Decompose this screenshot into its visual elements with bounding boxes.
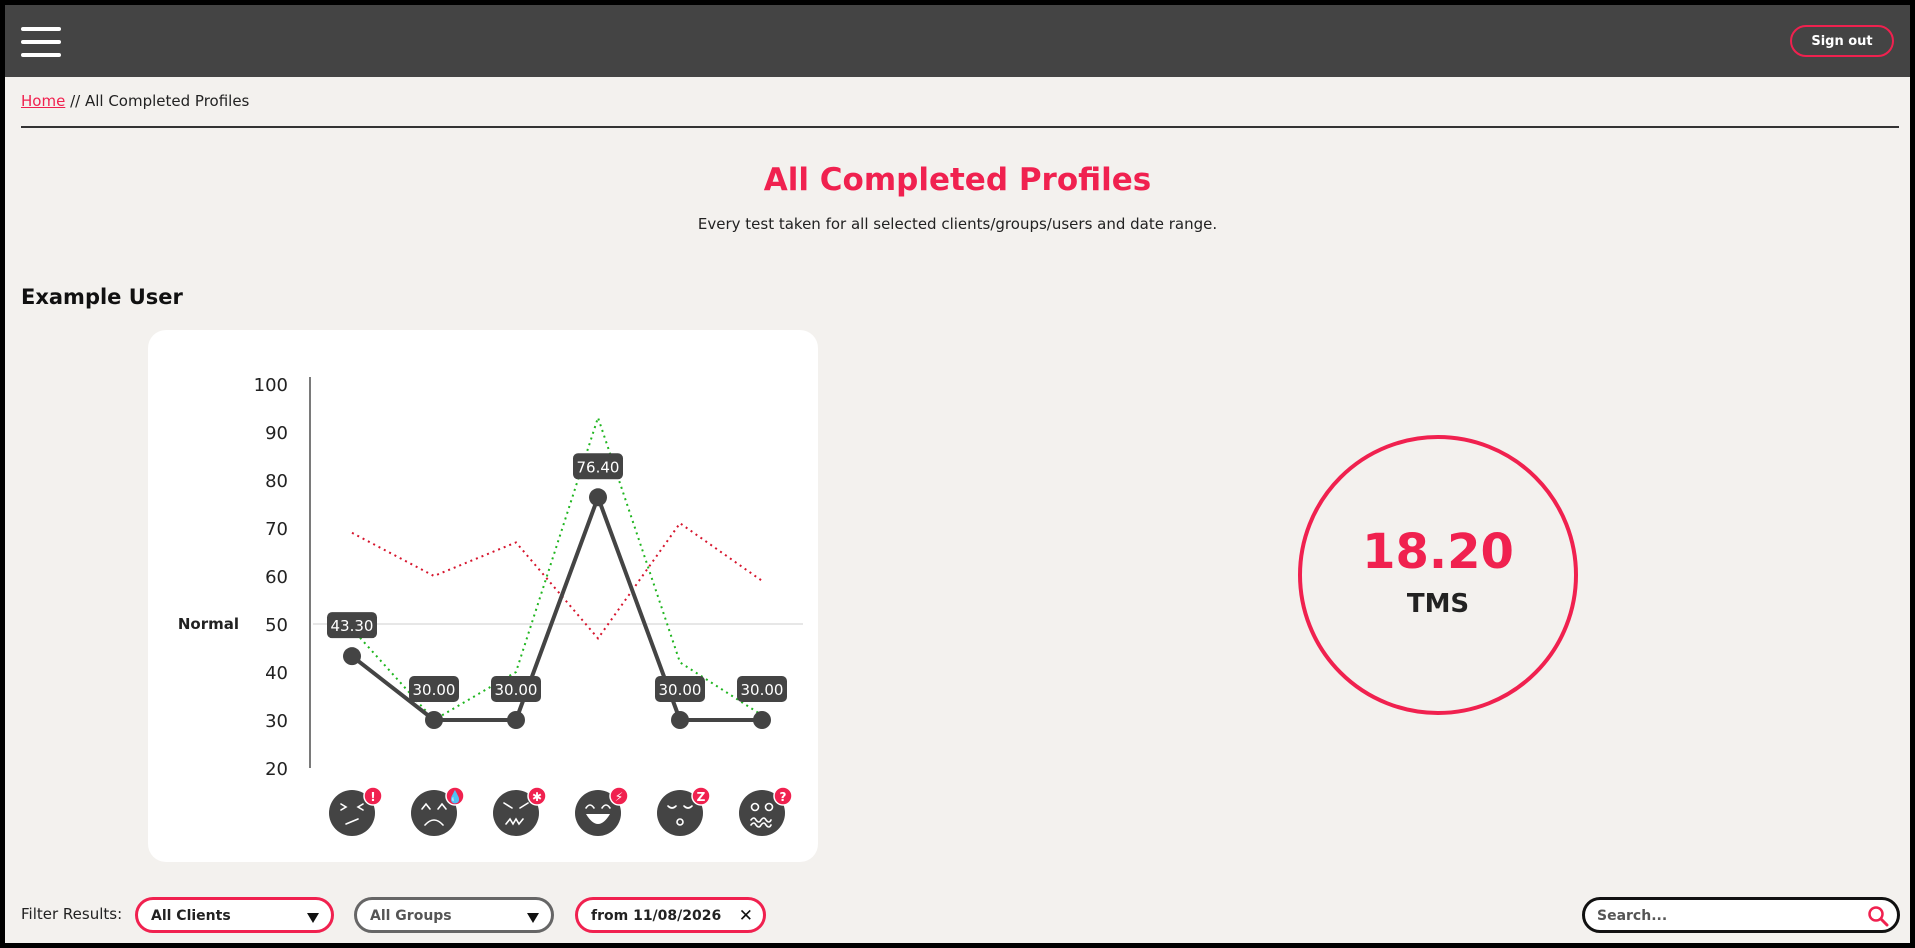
alert-badge-glyph: 💧 bbox=[448, 790, 463, 804]
caret-down-icon bbox=[307, 913, 319, 923]
caret-down-icon bbox=[527, 913, 539, 923]
alert-badge-glyph: ✱ bbox=[532, 790, 542, 804]
y-tick-label: 90 bbox=[265, 423, 288, 444]
data-label: 30.00 bbox=[659, 681, 702, 699]
clients-select-value: All Clients bbox=[151, 908, 231, 924]
page-subtitle: Every test taken for all selected client… bbox=[697, 215, 1218, 233]
breadcrumb-separator: // bbox=[70, 92, 81, 110]
app-frame: Sign out Home // All Completed Profiles … bbox=[5, 5, 1910, 943]
filter-label: Filter Results: bbox=[21, 905, 123, 923]
data-label: 43.30 bbox=[331, 617, 374, 635]
profile-chart-card: 100 90 80 70 60 50 40 30 20 Normal 43.30 30.00 30.00… bbox=[148, 330, 818, 862]
y-tick-label: 100 bbox=[254, 375, 288, 396]
tms-score-circle: 18.20 TMS bbox=[1298, 435, 1578, 715]
top-bar: Sign out bbox=[5, 5, 1910, 77]
normal-reference-label: Normal bbox=[178, 615, 239, 633]
sign-out-button[interactable]: Sign out bbox=[1790, 25, 1894, 57]
y-tick-label: 60 bbox=[265, 567, 288, 588]
data-label: 30.00 bbox=[741, 681, 784, 699]
groups-select[interactable]: All Groups bbox=[354, 897, 554, 933]
y-tick-label: 20 bbox=[265, 759, 288, 780]
y-tick-label: 70 bbox=[265, 519, 288, 540]
data-point bbox=[343, 647, 361, 666]
breadcrumb-home-link[interactable]: Home bbox=[21, 92, 65, 110]
alert-badge-glyph: Z bbox=[697, 790, 706, 804]
data-label: 76.40 bbox=[577, 458, 620, 476]
search-input[interactable] bbox=[1597, 906, 1857, 926]
date-filter-value: from 11/08/2026 bbox=[591, 908, 722, 924]
tms-label: TMS bbox=[1406, 589, 1470, 619]
search-box bbox=[1582, 897, 1900, 933]
alert-badge-glyph: ⚡ bbox=[615, 790, 623, 804]
alert-badge-glyph: ? bbox=[780, 790, 787, 804]
y-tick-label: 50 bbox=[265, 615, 288, 636]
tms-value: 18.20 bbox=[1362, 524, 1514, 580]
y-tick-label: 80 bbox=[265, 471, 288, 492]
data-label: 30.00 bbox=[495, 681, 538, 699]
dotted-series-line bbox=[351, 521, 763, 641]
date-filter-chip[interactable]: from 11/08/2026 ✕ bbox=[575, 897, 766, 933]
data-label: 30.00 bbox=[413, 681, 456, 699]
data-point bbox=[425, 711, 443, 729]
data-point bbox=[589, 488, 607, 507]
breadcrumb: Home // All Completed Profiles bbox=[21, 92, 249, 110]
data-point bbox=[671, 711, 689, 729]
breadcrumb-current: All Completed Profiles bbox=[84, 92, 250, 110]
y-tick-label: 40 bbox=[265, 663, 288, 684]
menu-icon[interactable] bbox=[21, 27, 61, 59]
page-title: All Completed Profiles bbox=[763, 162, 1152, 198]
divider bbox=[21, 126, 1899, 128]
profile-chart: 100 90 80 70 60 50 40 30 20 Normal 43.30 30.00 30.00… bbox=[178, 375, 803, 836]
groups-select-value: All Groups bbox=[370, 908, 452, 924]
data-point bbox=[507, 711, 525, 729]
data-point bbox=[753, 711, 771, 729]
alert-badge-glyph: ! bbox=[370, 790, 375, 804]
y-tick-label: 30 bbox=[265, 711, 288, 732]
dotted-series-line bbox=[351, 414, 763, 722]
user-name: Example User bbox=[21, 285, 183, 309]
search-icon[interactable] bbox=[1867, 905, 1889, 927]
clients-select[interactable]: All Clients bbox=[135, 897, 334, 933]
close-icon[interactable]: ✕ bbox=[739, 906, 753, 926]
